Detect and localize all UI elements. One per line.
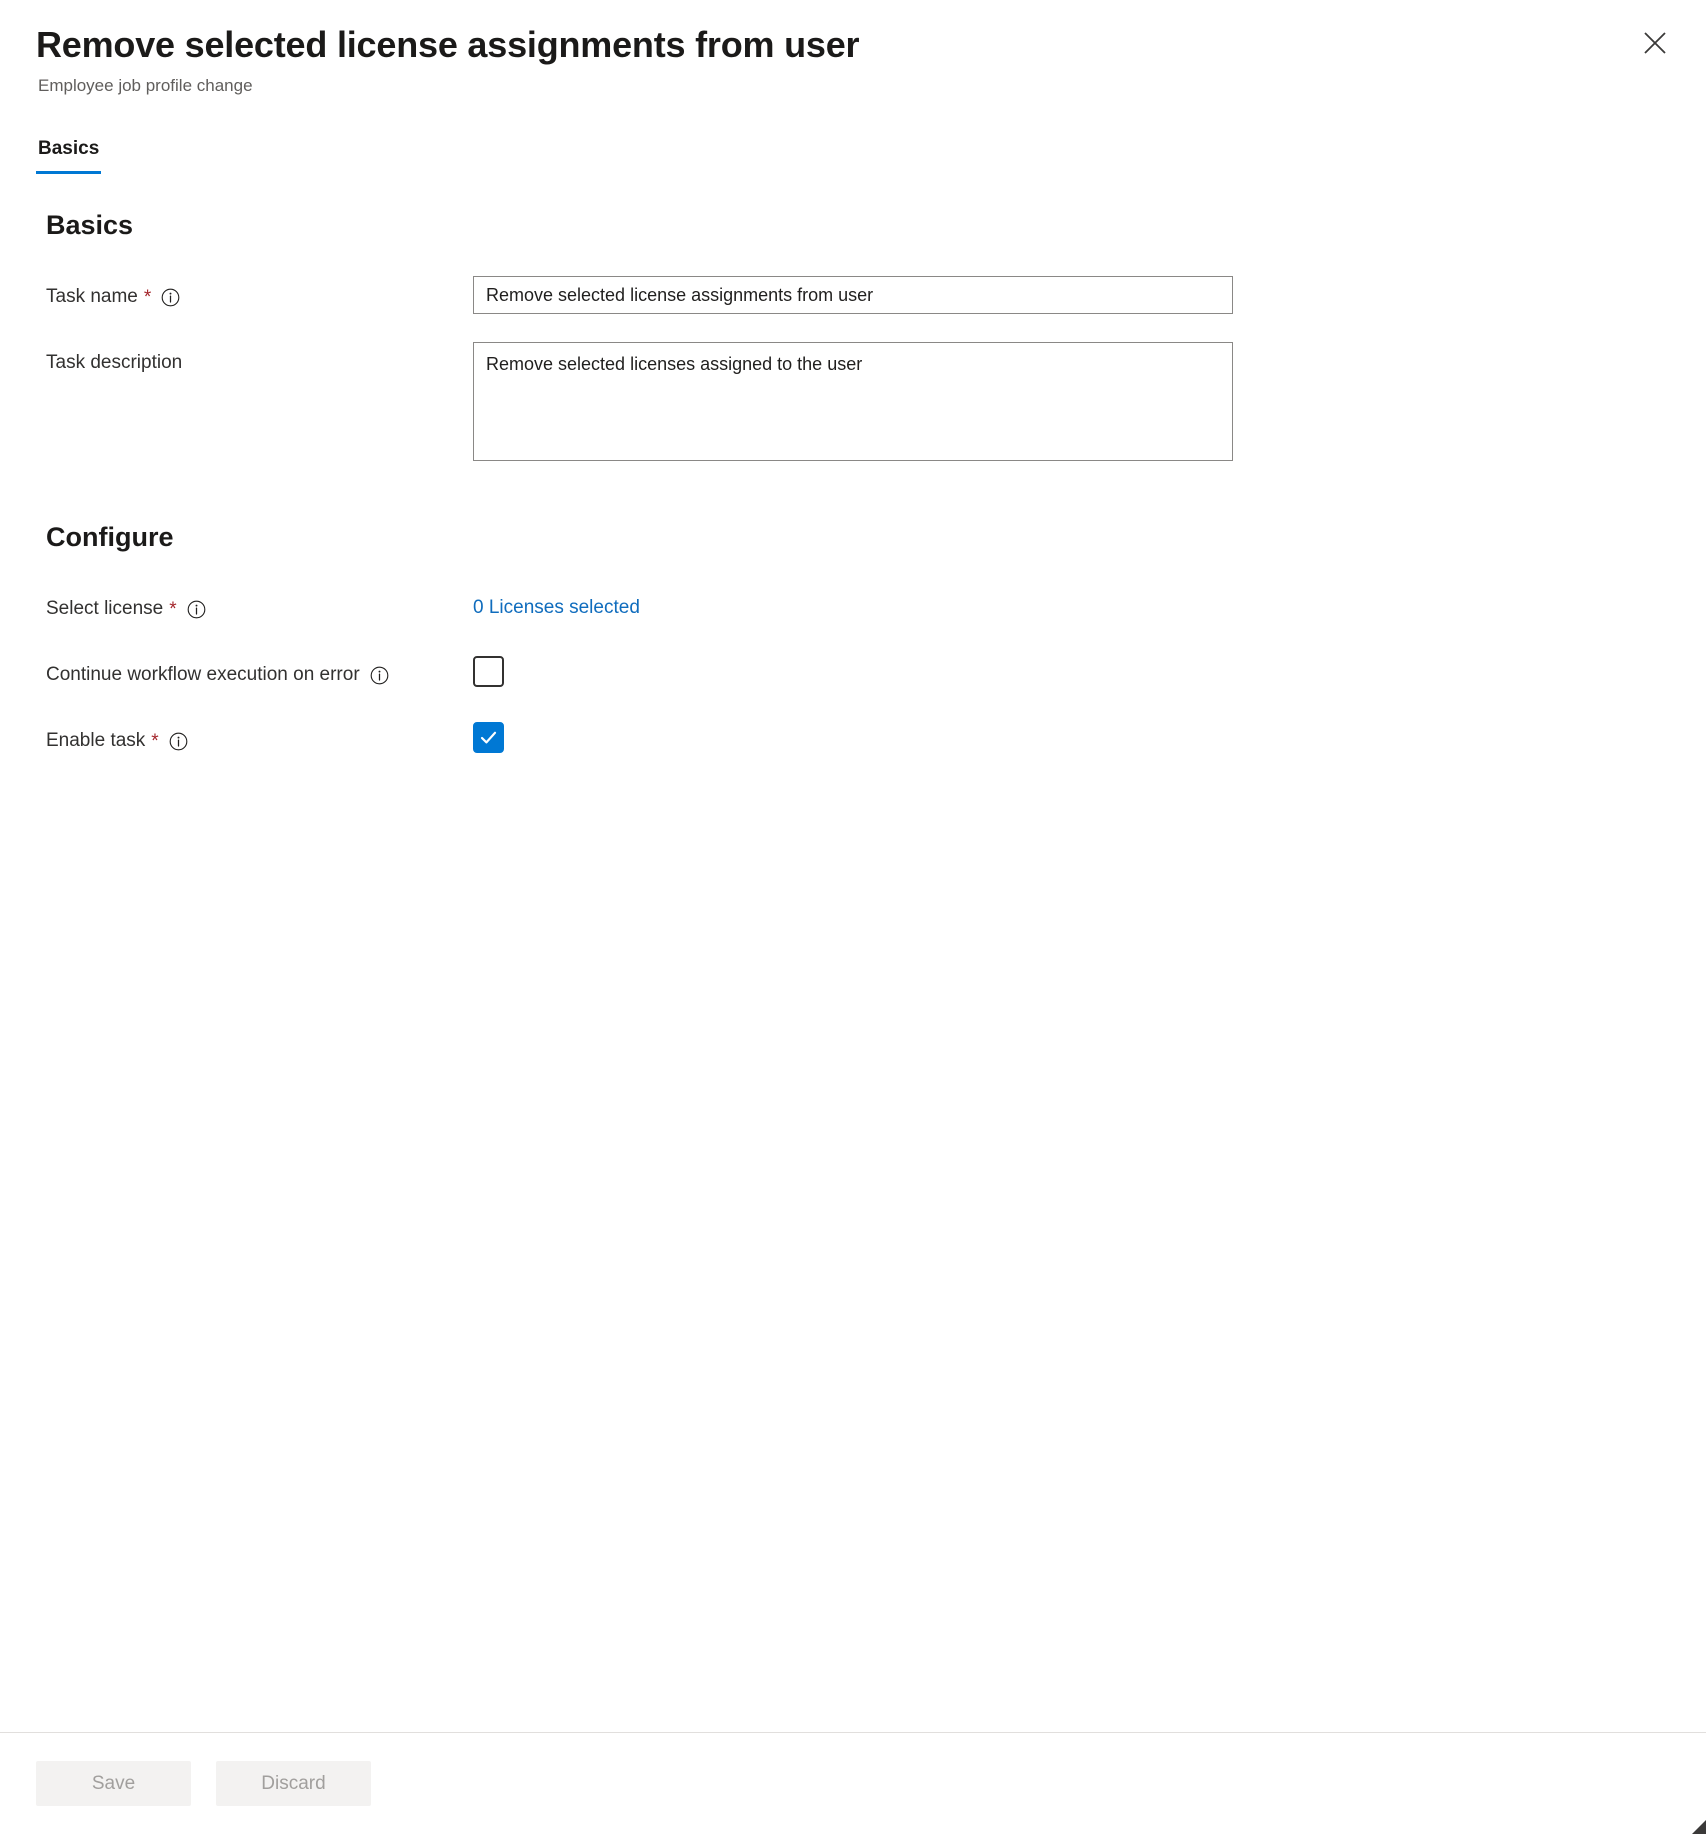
resize-grip[interactable] bbox=[1690, 1818, 1706, 1834]
field-task-description bbox=[473, 342, 1670, 466]
form-row-task-description: Task description bbox=[46, 342, 1670, 466]
label-continue-on-error: Continue workflow execution on error bbox=[46, 654, 473, 688]
info-icon[interactable] bbox=[187, 600, 206, 619]
required-marker: * bbox=[169, 598, 177, 620]
label-task-name-text: Task name bbox=[46, 286, 138, 307]
field-select-license: 0 Licenses selected bbox=[473, 588, 1670, 621]
info-icon[interactable] bbox=[169, 732, 188, 751]
task-name-input[interactable] bbox=[473, 276, 1233, 314]
save-button[interactable]: Save bbox=[36, 1761, 191, 1806]
field-task-name bbox=[473, 276, 1670, 314]
section-heading-basics: Basics bbox=[46, 210, 134, 240]
label-continue-on-error-text: Continue workflow execution on error bbox=[46, 664, 360, 685]
close-button[interactable] bbox=[1632, 20, 1678, 66]
page-title: Remove selected license assignments from… bbox=[36, 24, 860, 65]
checkmark-icon bbox=[478, 727, 499, 748]
form-row-continue-on-error: Continue workflow execution on error bbox=[46, 654, 1670, 694]
field-enable-task bbox=[473, 720, 1670, 753]
licenses-selected-link[interactable]: 0 Licenses selected bbox=[473, 588, 640, 621]
blade-content: Basics Task name * Task de bbox=[0, 174, 1706, 1732]
tab-strip: Basics bbox=[0, 136, 1706, 174]
page-subtitle: Employee job profile change bbox=[38, 76, 253, 95]
label-select-license-text: Select license bbox=[46, 598, 164, 619]
continue-on-error-checkbox[interactable] bbox=[473, 656, 504, 687]
required-marker: * bbox=[143, 286, 152, 308]
tab-basics[interactable]: Basics bbox=[36, 136, 102, 174]
info-icon[interactable] bbox=[370, 666, 389, 685]
label-enable-task: Enable task * bbox=[46, 720, 473, 754]
label-task-description: Task description bbox=[46, 342, 473, 376]
form-row-enable-task: Enable task * bbox=[46, 720, 1670, 760]
label-enable-task-text: Enable task bbox=[46, 730, 146, 751]
required-marker: * bbox=[151, 730, 159, 752]
task-description-textarea[interactable] bbox=[473, 342, 1233, 461]
label-task-description-text: Task description bbox=[46, 352, 183, 373]
discard-button[interactable]: Discard bbox=[216, 1761, 371, 1806]
form-row-task-name: Task name * bbox=[46, 276, 1670, 316]
label-select-license: Select license * bbox=[46, 588, 473, 622]
section-heading-configure: Configure bbox=[46, 522, 174, 552]
close-icon bbox=[1642, 30, 1668, 56]
info-icon[interactable] bbox=[161, 288, 180, 307]
blade-header: Remove selected license assignments from… bbox=[0, 0, 1706, 98]
blade-footer: Save Discard bbox=[0, 1732, 1706, 1834]
blade-panel: Remove selected license assignments from… bbox=[0, 0, 1706, 1834]
enable-task-checkbox[interactable] bbox=[473, 722, 504, 753]
label-task-name: Task name * bbox=[46, 276, 473, 310]
field-continue-on-error bbox=[473, 654, 1670, 687]
form-row-select-license: Select license * 0 Licenses selected bbox=[46, 588, 1670, 628]
